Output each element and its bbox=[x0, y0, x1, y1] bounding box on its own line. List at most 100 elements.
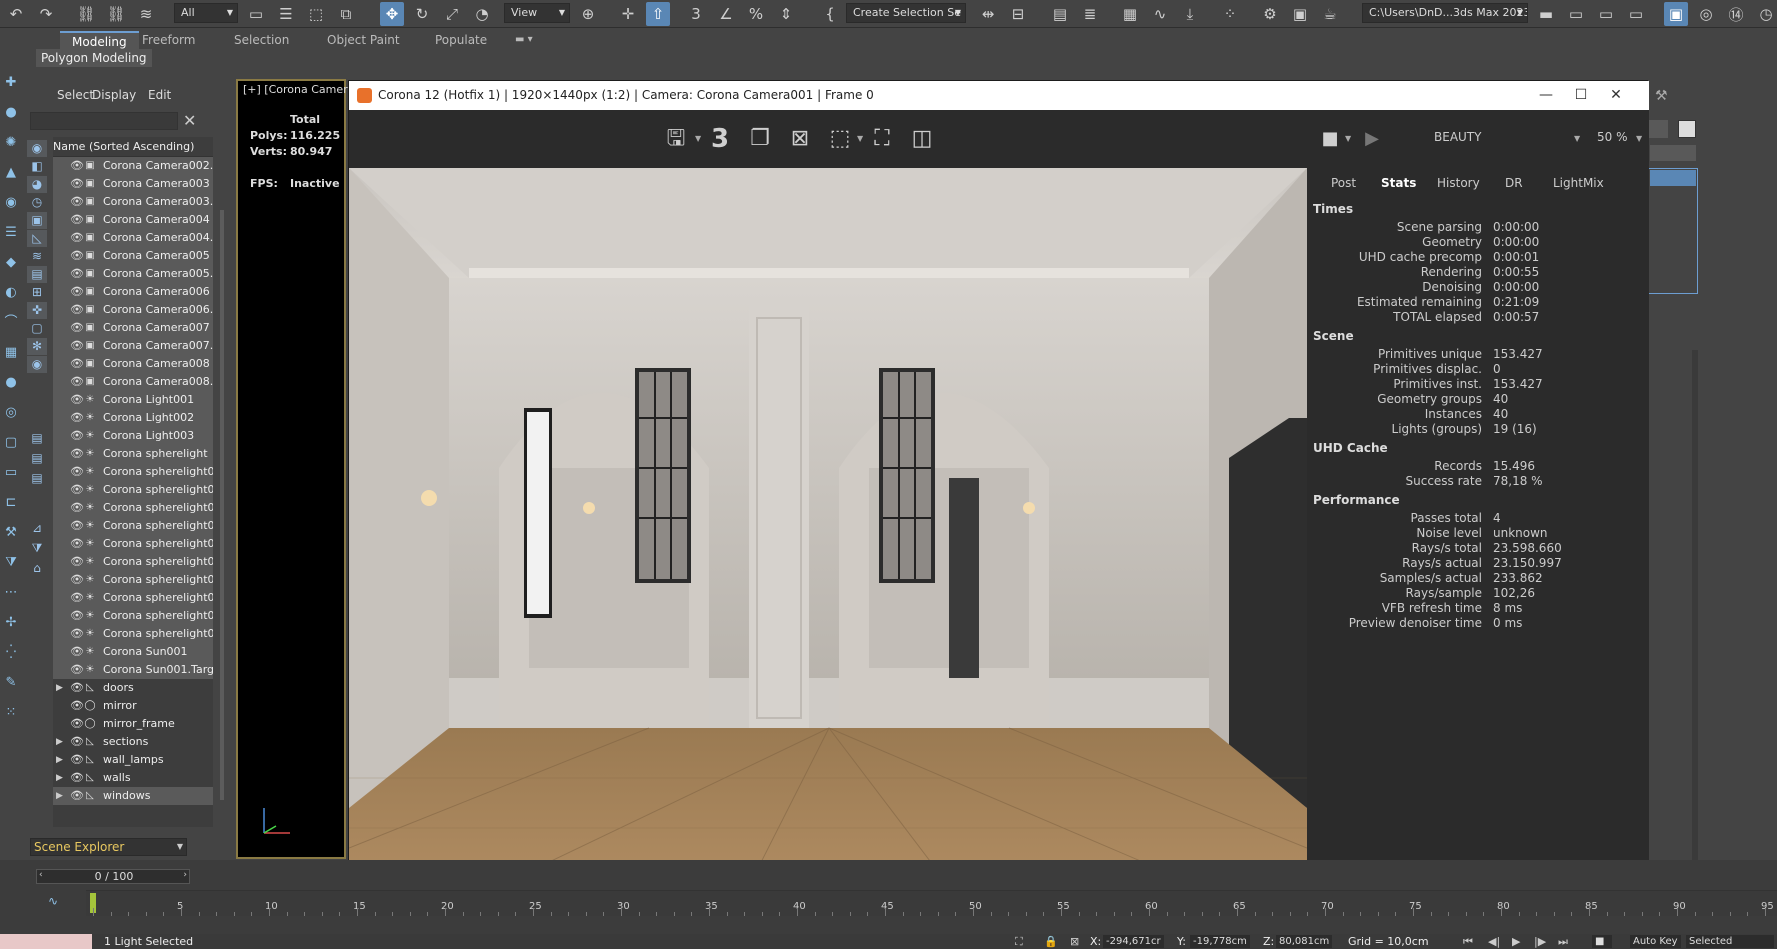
list-item[interactable]: 👁☀ Corona spherelight010 bbox=[53, 607, 213, 625]
cone-icon[interactable]: ▲ bbox=[2, 164, 20, 182]
tab-populate[interactable]: Populate bbox=[435, 31, 487, 49]
play-icon[interactable]: ▶ bbox=[1357, 124, 1387, 154]
list-item[interactable]: 👁 ◯ mirror bbox=[53, 697, 213, 715]
list-item[interactable]: ▶ 👁 ◺ windows bbox=[53, 787, 213, 805]
ref-coord-dropdown[interactable]: View ▼ bbox=[504, 3, 570, 23]
list-item[interactable]: 👁 ▣ Corona Camera002.Ta bbox=[53, 157, 213, 175]
visibility-eye-icon[interactable]: 👁 bbox=[70, 661, 84, 679]
curve-editor-icon[interactable]: ∿ bbox=[1148, 2, 1172, 26]
render-image[interactable] bbox=[349, 168, 1307, 886]
mini-curve-editor-icon[interactable]: ∿ bbox=[48, 894, 58, 908]
dots-icon[interactable]: ⁛ bbox=[2, 644, 20, 662]
select-by-name-icon[interactable]: ☰ bbox=[274, 2, 298, 26]
tab-lightmix[interactable]: LightMix bbox=[1553, 176, 1604, 190]
fit-icon[interactable]: ⛶ bbox=[867, 124, 897, 154]
close-icon[interactable]: ✕ bbox=[183, 111, 196, 130]
render-pass-dropdown[interactable]: BEAUTY bbox=[1434, 130, 1481, 144]
list-item[interactable]: 👁 ▣ Corona Camera007 bbox=[53, 319, 213, 337]
tab-object-paint[interactable]: Object Paint bbox=[327, 31, 400, 49]
list-item[interactable]: 👁 ▣ Corona Camera004.Ta bbox=[53, 229, 213, 247]
placement-icon[interactable]: ◔ bbox=[470, 2, 494, 26]
list-item[interactable]: 👁☀ Corona spherelight001 bbox=[53, 463, 213, 481]
next-frame-icon[interactable]: |▶ bbox=[1534, 935, 1546, 948]
scatter-icon[interactable]: ⁙ bbox=[2, 704, 20, 722]
track-bar[interactable]: 5 10 15 20 25 30 35 40 45 50 55 60 65 70 75 80 85 90 95 bbox=[86, 890, 1777, 916]
viewport-label[interactable]: [+] [Corona Camera0 bbox=[243, 83, 361, 96]
ribbon-options-icon[interactable]: ▬ ▾ bbox=[515, 31, 533, 49]
display-dependents-icon[interactable]: ▤ bbox=[27, 470, 47, 487]
selection-filter-dropdown[interactable]: All ▼ bbox=[174, 3, 238, 23]
display-lights-icon[interactable]: ◷ bbox=[27, 194, 47, 211]
visibility-eye-icon[interactable]: 👁 bbox=[70, 589, 84, 607]
helper-icon[interactable]: ◐ bbox=[2, 284, 20, 302]
visibility-eye-icon[interactable]: 👁 bbox=[70, 607, 84, 625]
list-item[interactable]: ▶ 👁 ◺ wall_lamps bbox=[53, 751, 213, 769]
expand-icon[interactable]: ▶ bbox=[56, 733, 63, 751]
visibility-eye-icon[interactable]: 👁 bbox=[70, 157, 84, 175]
isolate-icon[interactable]: ⛶ bbox=[1015, 935, 1023, 949]
visibility-eye-icon[interactable]: 👁 bbox=[70, 715, 84, 733]
list-item[interactable]: 👁 ☀ Corona Light001 bbox=[53, 391, 213, 409]
funnel-icon[interactable]: ⧩ bbox=[2, 554, 20, 572]
list-item[interactable]: 👁 ▣ Corona Camera003 bbox=[53, 175, 213, 193]
viewport-icon[interactable]: ▭ bbox=[2, 464, 20, 482]
link-icon[interactable]: ⛓ bbox=[74, 2, 98, 26]
pivot-center-icon[interactable]: ⊕ bbox=[576, 2, 600, 26]
region-render-icon[interactable]: ⬚ bbox=[825, 124, 855, 154]
toggle-layer-explorer-icon[interactable]: ≣ bbox=[1078, 2, 1102, 26]
expand-icon[interactable]: ▶ bbox=[56, 769, 63, 787]
save-icon[interactable]: ▭ bbox=[1594, 2, 1618, 26]
edit-named-selection-icon[interactable]: { bbox=[818, 2, 842, 26]
split-view-icon[interactable]: ◫ bbox=[907, 124, 937, 154]
material-editor-icon[interactable]: ⁘ bbox=[1218, 2, 1242, 26]
modifier-list-box[interactable] bbox=[1648, 168, 1698, 294]
visibility-eye-icon[interactable]: 👁 bbox=[70, 625, 84, 643]
visibility-eye-icon[interactable]: 👁 bbox=[70, 553, 84, 571]
list-item[interactable]: 👁☀ Corona spherelight004 bbox=[53, 517, 213, 535]
auto-key-button[interactable]: Auto Key bbox=[1630, 935, 1681, 948]
select-manipulate-icon[interactable]: ✛ bbox=[616, 2, 640, 26]
display-all-icon[interactable]: ◉ bbox=[27, 140, 47, 157]
open-icon[interactable]: ▭ bbox=[1564, 2, 1588, 26]
paint-icon[interactable]: ✎ bbox=[2, 674, 20, 692]
list-item[interactable]: 👁☀ Corona spherelight008 bbox=[53, 571, 213, 589]
list-item[interactable]: 👁 ▣ Corona Camera005 bbox=[53, 247, 213, 265]
tab-dr[interactable]: DR bbox=[1505, 176, 1523, 190]
pass-dropdown-icon[interactable]: ▼ bbox=[1574, 134, 1580, 143]
visibility-eye-icon[interactable]: 👁 bbox=[70, 751, 84, 769]
sync-selection-icon[interactable]: ⊿ bbox=[27, 520, 47, 537]
maximize-icon[interactable]: ☐ bbox=[1566, 85, 1596, 105]
expand-icon[interactable]: ▶ bbox=[56, 787, 63, 805]
panel-scrollbar[interactable] bbox=[1692, 350, 1698, 860]
visibility-eye-icon[interactable]: 👁 bbox=[70, 679, 84, 697]
light-bulb-icon[interactable]: ● bbox=[2, 104, 20, 122]
display-spacewarps-icon[interactable]: ≋ bbox=[27, 248, 47, 265]
goto-start-icon[interactable]: ⏮ bbox=[1463, 935, 1473, 949]
visibility-eye-icon[interactable]: 👁 bbox=[70, 355, 84, 373]
tab-modeling[interactable]: Modeling bbox=[60, 31, 139, 49]
percent-snap-icon[interactable]: % bbox=[744, 2, 768, 26]
schematic-view-icon[interactable]: ⤓ bbox=[1178, 2, 1202, 26]
list-item[interactable]: 👁 ☀ Corona Sun001 bbox=[53, 643, 213, 661]
display-frozen-icon[interactable]: ✻ bbox=[27, 338, 47, 355]
explorer-search-input[interactable] bbox=[30, 112, 178, 130]
visibility-eye-icon[interactable]: 👁 bbox=[70, 769, 84, 787]
align-left-icon[interactable]: ⊏ bbox=[2, 494, 20, 512]
window-crossing-icon[interactable]: ⧉ bbox=[334, 2, 358, 26]
list-item[interactable]: 👁 ▣ Corona Camera006 bbox=[53, 283, 213, 301]
save-dropdown-icon[interactable]: ▼ bbox=[695, 134, 701, 143]
visibility-eye-icon[interactable]: 👁 bbox=[70, 373, 84, 391]
vfb-titlebar[interactable]: Corona 12 (Hotfix 1) | 1920×1440px (1:2)… bbox=[349, 81, 1649, 110]
expand-icon[interactable]: ▶ bbox=[56, 751, 63, 769]
visibility-eye-icon[interactable]: 👁 bbox=[70, 517, 84, 535]
tab-freeform[interactable]: Freeform bbox=[142, 31, 195, 49]
tab-stats[interactable]: Stats bbox=[1381, 176, 1416, 190]
filter-icon[interactable]: ⧩ bbox=[27, 540, 47, 557]
list-item[interactable]: 👁☀ Corona spherelight003 bbox=[53, 499, 213, 517]
frame-icon[interactable]: ▢ bbox=[2, 434, 20, 452]
list-item[interactable]: 👁 ◯ mirror_frame bbox=[53, 715, 213, 733]
y-coordinate-field[interactable]: -19,778cm bbox=[1190, 935, 1250, 948]
sphere-icon[interactable]: ● bbox=[2, 374, 20, 392]
selection-region-icon[interactable]: ⬚ bbox=[304, 2, 328, 26]
angle-snap-icon[interactable]: ∠ bbox=[714, 2, 738, 26]
